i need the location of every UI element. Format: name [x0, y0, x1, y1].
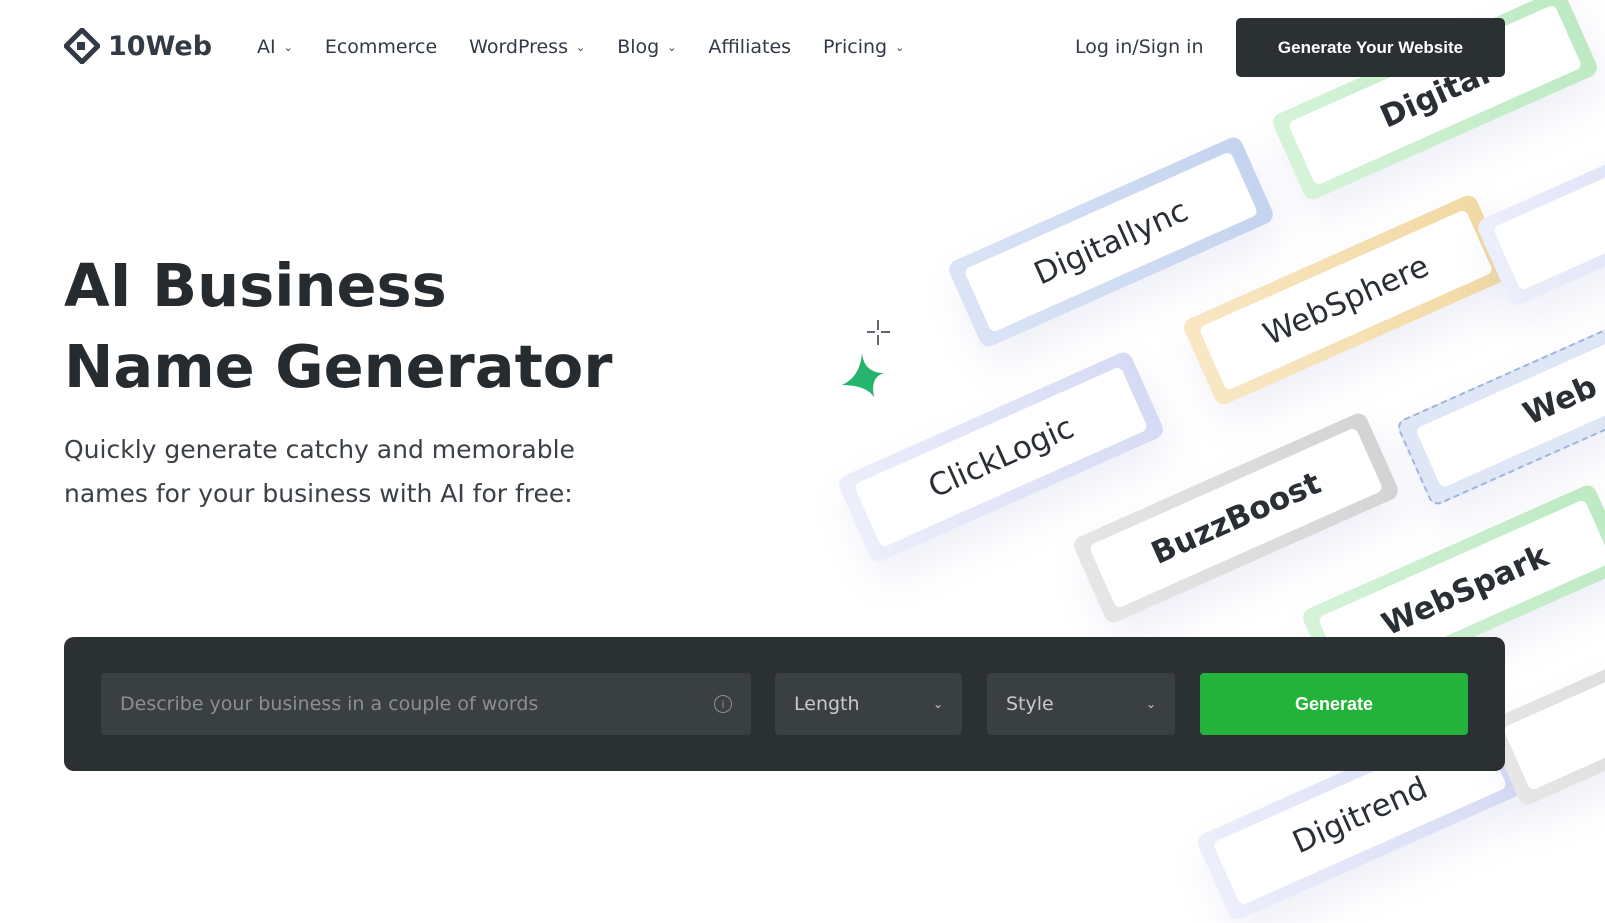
menu-blog[interactable]: Blog ⌄	[617, 36, 676, 58]
10web-logo-icon	[64, 28, 100, 64]
page-title: AI Business Name Generator	[64, 251, 613, 401]
menu-pricing[interactable]: Pricing ⌄	[823, 36, 904, 58]
menu-affiliates[interactable]: Affiliates	[708, 36, 791, 58]
chevron-down-icon: ⌄	[932, 697, 943, 711]
card-text: BuzzBoost	[1088, 427, 1384, 609]
brand-name: 10Web	[108, 30, 213, 62]
select-label: Style	[1006, 693, 1054, 715]
menu-label: Affiliates	[708, 36, 792, 58]
card-text: WebSphere	[1198, 209, 1494, 391]
card-text: Web	[1415, 311, 1605, 489]
sparkle-icon	[842, 320, 890, 397]
generate-button[interactable]: Generate	[1200, 673, 1468, 735]
menu-label: AI	[257, 36, 276, 58]
chevron-down-icon: ⌄	[667, 40, 677, 54]
login-link[interactable]: Log in/Sign in	[1075, 36, 1204, 58]
chevron-down-icon: ⌄	[1145, 697, 1156, 711]
business-description-input[interactable]: Describe your business in a couple of wo…	[101, 673, 751, 735]
select-label: Length	[794, 693, 860, 715]
logo[interactable]: 10Web	[64, 28, 212, 64]
chevron-down-icon: ⌄	[575, 40, 586, 54]
chevron-down-icon: ⌄	[283, 40, 293, 54]
card-text: Digitallync	[963, 151, 1259, 333]
top-nav: 10Web AI ⌄ Ecommerce WordPress ⌄ Blog ⌄ Aff…	[0, 0, 1605, 95]
generator-form: Describe your business in a couple of wo…	[64, 637, 1505, 771]
info-icon[interactable]: i	[714, 695, 732, 713]
menu-label: WordPress	[469, 36, 568, 58]
input-placeholder: Describe your business in a couple of wo…	[120, 693, 539, 715]
menu-label: Blog	[617, 36, 660, 58]
main-menu: AI ⌄ Ecommerce WordPress ⌄ Blog ⌄ Affiliate…	[257, 36, 904, 58]
length-select[interactable]: Length ⌄	[775, 673, 962, 735]
menu-wordpress[interactable]: WordPress ⌄	[469, 36, 585, 58]
chevron-down-icon: ⌄	[895, 40, 905, 54]
page-subtitle: Quickly generate catchy and memorable na…	[64, 435, 575, 508]
menu-ecommerce[interactable]: Ecommerce	[325, 36, 437, 58]
generate-website-button[interactable]: Generate Your Website	[1236, 18, 1505, 77]
menu-label: Pricing	[823, 36, 888, 58]
menu-ai[interactable]: AI ⌄	[257, 36, 293, 58]
menu-label: Ecommerce	[324, 36, 438, 58]
style-select[interactable]: Style ⌄	[987, 673, 1175, 735]
name-card: Web	[1394, 292, 1605, 508]
